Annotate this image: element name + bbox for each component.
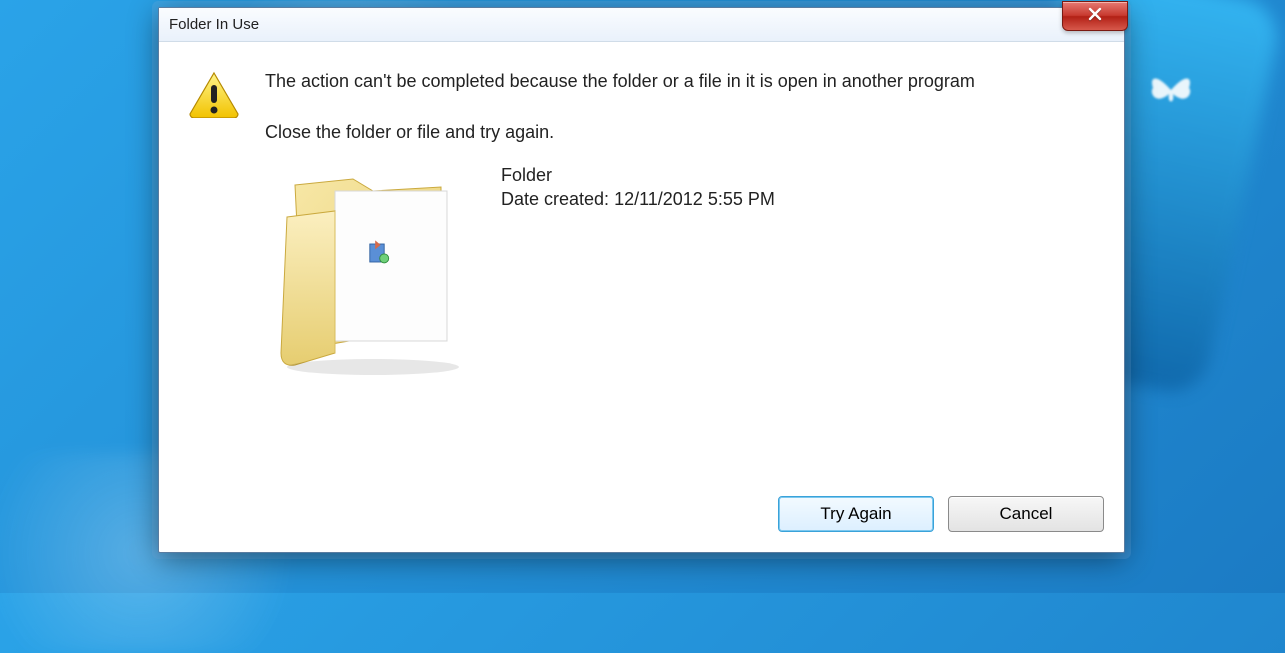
error-message: The action can't be completed because th… <box>265 70 1096 93</box>
warning-icon <box>187 70 241 482</box>
dialog-button-row: Try Again Cancel <box>159 482 1124 552</box>
dialog-titlebar[interactable]: Folder In Use <box>159 8 1124 42</box>
item-metadata: Folder Date created: 12/11/2012 5:55 PM <box>501 163 775 212</box>
item-name: Folder <box>501 163 775 187</box>
dialog-content: The action can't be completed because th… <box>159 42 1124 482</box>
item-date-created: Date created: 12/11/2012 5:55 PM <box>501 187 775 211</box>
folder-icon <box>265 157 475 377</box>
dialog-title: Folder In Use <box>169 16 259 33</box>
cancel-button[interactable]: Cancel <box>948 496 1104 532</box>
close-button[interactable] <box>1062 1 1128 31</box>
butterfly-decoration <box>1147 70 1195 110</box>
folder-in-use-dialog: Folder In Use The action can't be comple… <box>158 7 1125 553</box>
close-icon <box>1087 6 1103 27</box>
try-again-button[interactable]: Try Again <box>778 496 934 532</box>
instruction-text: Close the folder or file and try again. <box>265 121 1096 144</box>
